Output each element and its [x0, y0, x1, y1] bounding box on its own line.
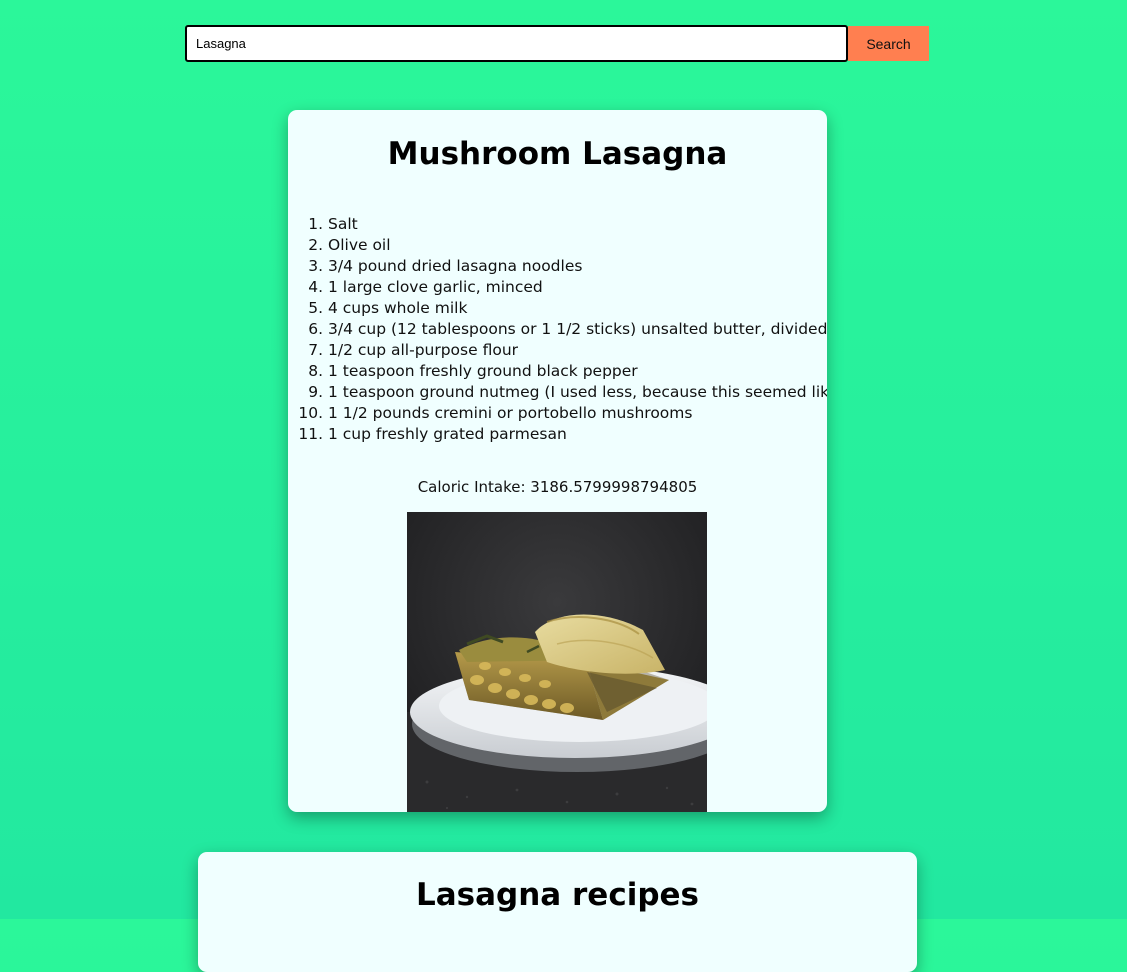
recipe-title: Mushroom Lasagna [387, 136, 728, 172]
ingredient-item: 1/2 cup all-purpose flour [328, 340, 827, 361]
ingredient-item: 1 cup freshly grated parmesan [328, 424, 827, 445]
ingredient-item: 3/4 cup (12 tablespoons or 1 1/2 sticks)… [328, 319, 827, 340]
recipe-list-card: Lasagna recipes [198, 852, 917, 972]
search-bar: Search [185, 25, 929, 62]
ingredient-item: Olive oil [328, 235, 827, 256]
search-button[interactable]: Search [848, 26, 929, 61]
caloric-intake: Caloric Intake: 3186.5799998794805 [417, 478, 698, 496]
ingredient-list: Salt Olive oil 3/4 pound dried lasagna n… [328, 214, 827, 445]
search-input[interactable] [185, 25, 848, 62]
recipe-image [407, 512, 707, 812]
ingredient-item: 4 cups whole milk [328, 298, 827, 319]
recipe-card: Mushroom Lasagna Salt Olive oil 3/4 poun… [288, 110, 827, 812]
recipe-list-title: Lasagna recipes [416, 877, 699, 913]
ingredient-item: 1 1/2 pounds cremini or portobello mushr… [328, 403, 827, 424]
ingredient-item: 3/4 pound dried lasagna noodles [328, 256, 827, 277]
ingredient-item: Salt [328, 214, 827, 235]
ingredient-item: 1 large clove garlic, minced [328, 277, 827, 298]
ingredient-item: 1 teaspoon ground nutmeg (I used less, b… [328, 382, 827, 403]
ingredient-item: 1 teaspoon freshly ground black pepper [328, 361, 827, 382]
